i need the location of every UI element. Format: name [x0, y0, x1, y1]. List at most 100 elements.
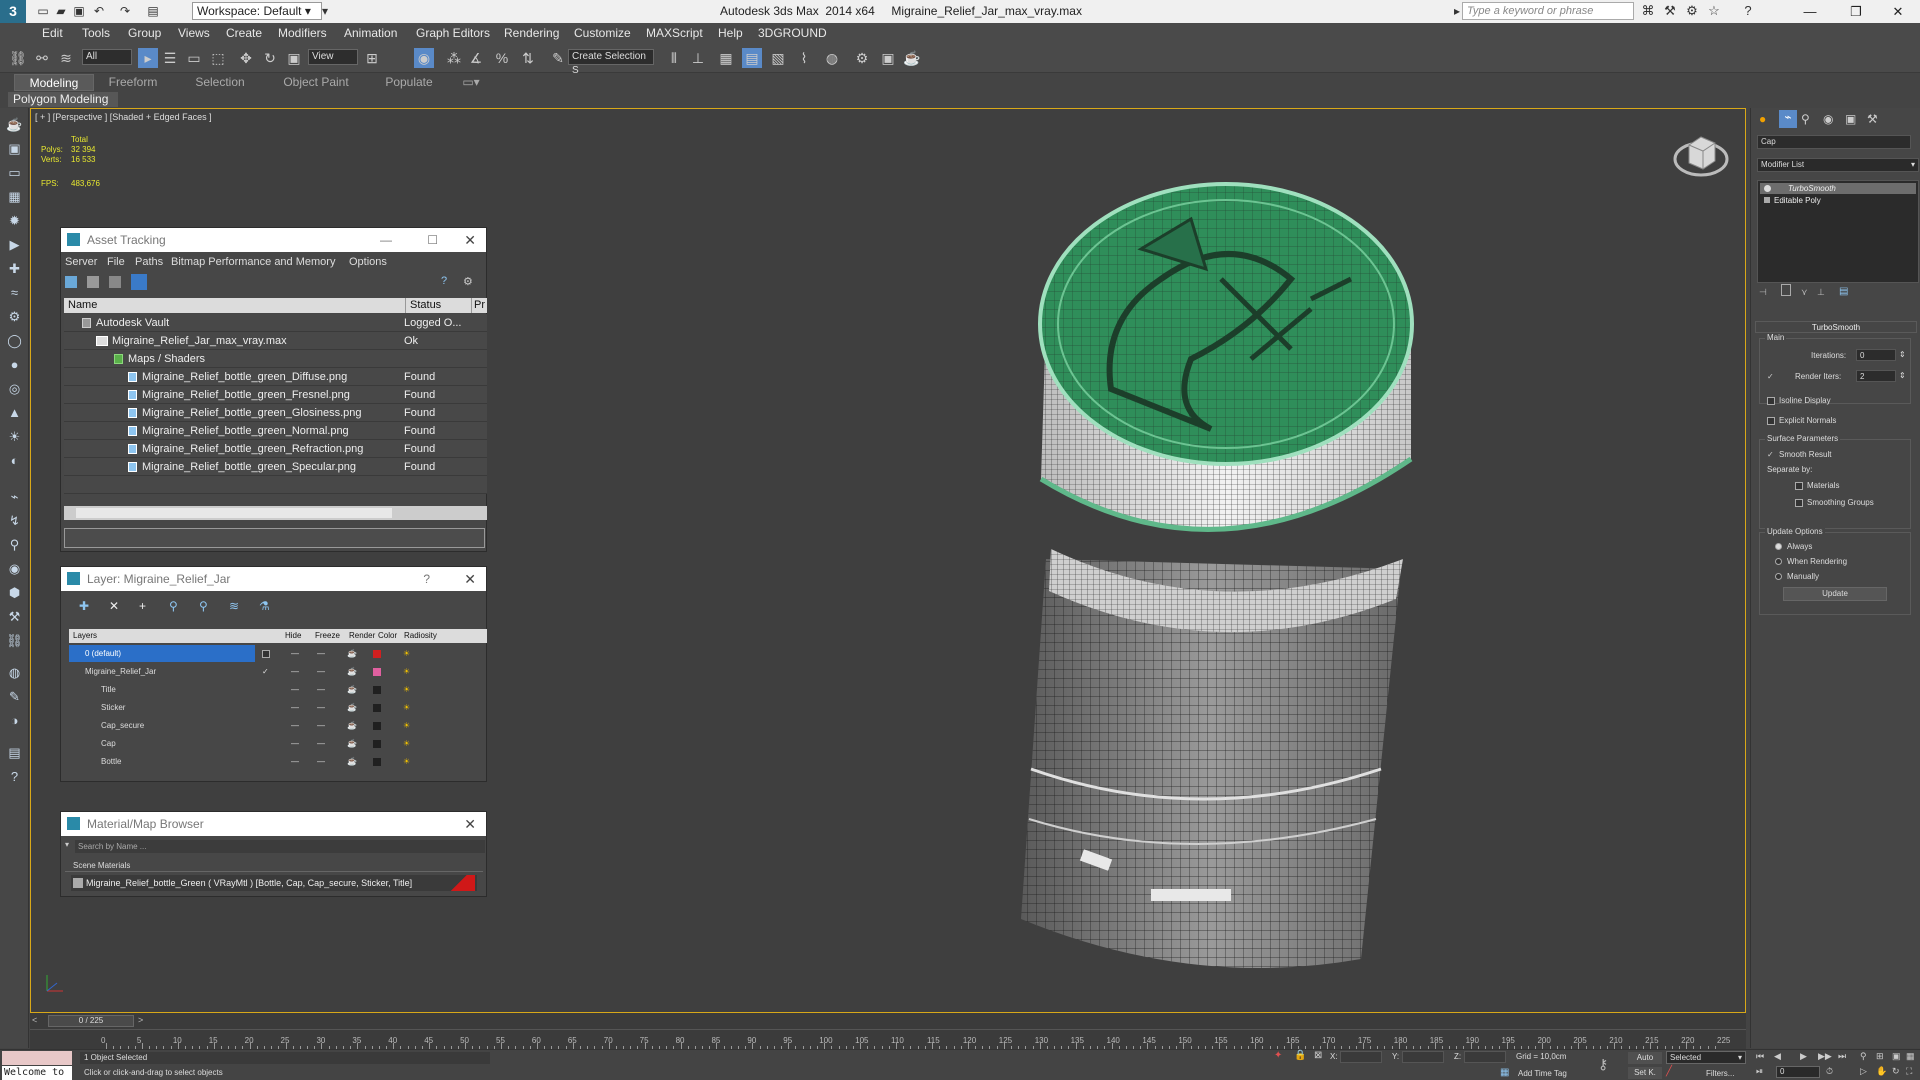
- asset-row[interactable]: Migraine_Relief_bottle_green_Fresnel.png…: [64, 386, 487, 404]
- layer-row[interactable]: 0 (default) — — ☕ ☀: [69, 645, 444, 663]
- isoline-display-checkbox[interactable]: [1767, 397, 1775, 405]
- track-bar[interactable]: 0 5 10 15 20 25 30 35 40 45 50 55 60 65 70 75 80 85 90 95 10…: [30, 1029, 1746, 1049]
- freeze-all-icon[interactable]: ⚗: [259, 599, 270, 613]
- materials-checkbox[interactable]: [1795, 482, 1803, 490]
- layer-row[interactable]: Bottle — — ☕ ☀: [69, 753, 444, 771]
- cone-icon[interactable]: ▲: [6, 404, 23, 421]
- menu-rendering[interactable]: Rendering: [504, 26, 559, 40]
- tab-object-paint[interactable]: Object Paint: [274, 74, 358, 91]
- cylinder-icon[interactable]: ◯: [6, 332, 23, 349]
- time-slider[interactable]: < 0 / 225 >: [30, 1013, 1746, 1029]
- hide-toggle[interactable]: —: [291, 735, 299, 753]
- asset-row[interactable]: Migraine_Relief_bottle_green_Diffuse.png…: [64, 368, 487, 386]
- column-hide[interactable]: Hide: [285, 629, 301, 643]
- asset-row[interactable]: Migraine_Relief_bottle_green_Specular.pn…: [64, 458, 487, 476]
- time-config-icon[interactable]: ⏱: [1826, 1066, 1833, 1077]
- show-end-result-icon[interactable]: [1781, 284, 1791, 296]
- column-freeze[interactable]: Freeze: [315, 629, 340, 643]
- time-next-icon[interactable]: >: [138, 1015, 143, 1025]
- layer-color-swatch[interactable]: [373, 686, 381, 694]
- auto-key-button[interactable]: Auto: [1628, 1052, 1662, 1064]
- unlink-icon[interactable]: ⚯: [32, 48, 52, 68]
- browser-options-icon[interactable]: ▾: [65, 840, 71, 849]
- torus-icon[interactable]: ◎: [6, 380, 23, 397]
- lock-icon[interactable]: 🔒: [1294, 1050, 1306, 1061]
- scrollbar-thumb[interactable]: [76, 508, 392, 518]
- graphite-toolbar-icon[interactable]: ▧: [768, 48, 788, 68]
- when-rendering-radio[interactable]: [1775, 558, 1782, 565]
- create-tab-icon[interactable]: ●: [1759, 112, 1766, 126]
- rotate-icon[interactable]: ↻: [260, 48, 280, 68]
- current-frame-field[interactable]: 0: [1776, 1066, 1820, 1078]
- bind-spacewarp-icon[interactable]: ≋: [56, 48, 76, 68]
- quick-access-menu-icon[interactable]: ▾: [318, 4, 332, 18]
- spacewarp-icon[interactable]: ≈: [6, 284, 23, 301]
- time-slider-thumb[interactable]: 0 / 225: [48, 1015, 134, 1027]
- previous-frame-icon[interactable]: ◀: [1774, 1051, 1781, 1062]
- refresh-icon[interactable]: [65, 276, 77, 288]
- display-tab-icon[interactable]: ▣: [1845, 112, 1856, 126]
- render-toggle-icon[interactable]: ☕: [347, 663, 357, 681]
- path-field[interactable]: [64, 528, 485, 548]
- radiosity-icon[interactable]: ☀: [403, 699, 410, 717]
- radiosity-icon[interactable]: ☀: [403, 717, 410, 735]
- menu-customize[interactable]: Customize: [574, 26, 631, 40]
- maxscript-error-field[interactable]: [2, 1051, 72, 1065]
- favorites-star-icon[interactable]: ☆: [1706, 3, 1722, 19]
- render-iters-spinner[interactable]: 2: [1856, 370, 1896, 382]
- menu-views[interactable]: Views: [178, 26, 210, 40]
- stack-item-turbosmooth[interactable]: TurboSmooth: [1760, 183, 1916, 194]
- search-by-name-input[interactable]: Search by Name ...: [75, 840, 485, 853]
- close-icon[interactable]: ✕: [464, 567, 476, 591]
- paint-icon[interactable]: ✎: [6, 688, 23, 705]
- key-mode-icon[interactable]: ╱: [1666, 1066, 1678, 1078]
- fov-icon[interactable]: ▷: [1860, 1066, 1867, 1077]
- menu-modifiers[interactable]: Modifiers: [278, 26, 327, 40]
- menu-tools[interactable]: Tools: [82, 26, 110, 40]
- grid-icon[interactable]: ▦: [6, 188, 23, 205]
- delete-layer-icon[interactable]: ✕: [109, 599, 119, 613]
- asset-row[interactable]: Migraine_Relief_Jar_max_vray.max Ok: [64, 332, 487, 350]
- layer-color-swatch[interactable]: [373, 722, 381, 730]
- spinner-arrows-icon[interactable]: ⇕: [1899, 350, 1906, 359]
- align-icon[interactable]: ⊥: [688, 48, 708, 68]
- motion-icon[interactable]: ◉: [6, 560, 23, 577]
- asset-row[interactable]: Migraine_Relief_bottle_green_Refraction.…: [64, 440, 487, 458]
- edit-named-selection-icon[interactable]: ✎: [548, 48, 568, 68]
- menu-help[interactable]: Help: [718, 26, 743, 40]
- orbit-icon[interactable]: ↻: [1892, 1066, 1900, 1077]
- render-toggle-icon[interactable]: ☕: [347, 699, 357, 717]
- freeze-toggle[interactable]: —: [317, 753, 325, 771]
- tree-view-icon[interactable]: [131, 274, 147, 290]
- explicit-normals-checkbox[interactable]: [1767, 417, 1775, 425]
- add-to-layer-icon[interactable]: +: [139, 599, 146, 613]
- sun-icon[interactable]: ☀: [6, 428, 23, 445]
- menu-group[interactable]: Group: [128, 26, 161, 40]
- goto-start-icon[interactable]: ⏮: [1756, 1051, 1764, 1062]
- menu-server[interactable]: Server: [65, 256, 97, 268]
- y-coordinate-field[interactable]: [1402, 1051, 1444, 1063]
- column-layers[interactable]: Layers: [73, 629, 97, 643]
- modify-tab-icon[interactable]: ⌁: [1779, 110, 1797, 128]
- light-icon[interactable]: ✹: [6, 212, 23, 229]
- list-view-icon[interactable]: [87, 276, 99, 288]
- render-toggle-icon[interactable]: ☕: [347, 753, 357, 771]
- render-iters-checkbox[interactable]: ✓: [1767, 372, 1774, 381]
- play-icon[interactable]: ▶: [1800, 1051, 1807, 1062]
- asset-row[interactable]: Migraine_Relief_bottle_green_Normal.png …: [64, 422, 487, 440]
- zoom-extents-all-icon[interactable]: ▦: [1906, 1051, 1915, 1062]
- modifier-icon[interactable]: ⌁: [6, 488, 23, 505]
- hide-toggle[interactable]: —: [291, 753, 299, 771]
- menu-paths[interactable]: Paths: [135, 256, 163, 268]
- layer-row[interactable]: Sticker — — ☕ ☀: [69, 699, 444, 717]
- asset-row[interactable]: Migraine_Relief_bottle_green_Glosiness.p…: [64, 404, 487, 422]
- iterations-spinner[interactable]: 0: [1856, 349, 1896, 361]
- minimize-button[interactable]: —: [1788, 0, 1832, 23]
- scene-explorer-icon[interactable]: ▦: [716, 48, 736, 68]
- hide-toggle[interactable]: —: [291, 645, 299, 663]
- hierarchy-icon[interactable]: ⚲: [6, 536, 23, 553]
- asset-row[interactable]: Maps / Shaders: [64, 350, 487, 368]
- column-header-status[interactable]: Status: [405, 298, 471, 313]
- bend-icon[interactable]: ↯: [6, 512, 23, 529]
- hide-all-icon[interactable]: ≋: [229, 599, 239, 613]
